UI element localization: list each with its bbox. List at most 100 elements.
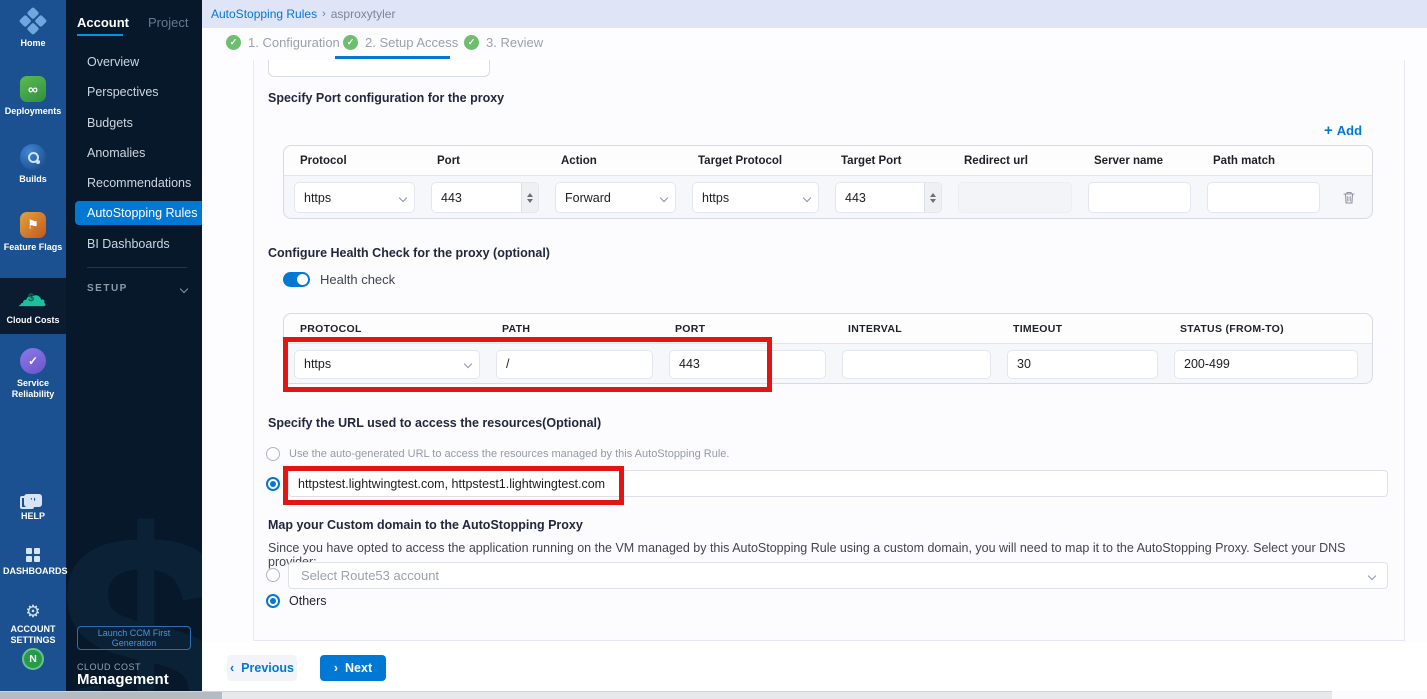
rail-item-home[interactable]: Home xyxy=(0,8,66,49)
col-timeout: TIMEOUT xyxy=(997,323,1164,335)
url-section-title: Specify the URL used to access the resou… xyxy=(268,416,601,430)
step-configuration[interactable]: ✓ 1. Configuration xyxy=(226,35,340,50)
auto-url-label: Use the auto-generated URL to access the… xyxy=(289,448,729,460)
col-port: PORT xyxy=(659,323,832,335)
redirect-url-input[interactable] xyxy=(958,182,1072,213)
user-avatar-item[interactable]: N xyxy=(0,648,66,670)
number-stepper[interactable] xyxy=(924,183,941,212)
sidebar-divider xyxy=(87,267,187,268)
add-label: Add xyxy=(1337,123,1362,138)
sidebar-item-bi-dashboards[interactable]: BI Dashboards xyxy=(87,237,170,251)
col-protocol: Protocol xyxy=(284,155,421,167)
scrollbar-thumb[interactable] xyxy=(0,692,222,699)
rail-label: ACCOUNT SETTINGS xyxy=(3,624,63,646)
breadcrumb: AutoStopping Rules › asproxytyler xyxy=(202,0,1427,28)
chevron-right-icon: › xyxy=(334,661,338,675)
previous-label: Previous xyxy=(241,661,294,675)
path-match-input[interactable] xyxy=(1207,182,1320,213)
rail-item-service-reliability[interactable]: ✓ Service Reliability xyxy=(0,348,66,400)
next-button[interactable]: › Next xyxy=(320,655,386,681)
add-port-row-button[interactable]: + Add xyxy=(1324,123,1362,138)
route53-account-select[interactable]: Select Route53 account xyxy=(288,562,1388,589)
port-table-header: Protocol Port Action Target Protocol Tar… xyxy=(284,146,1372,176)
breadcrumb-separator-icon: › xyxy=(322,8,326,20)
rail-label: HELP xyxy=(3,511,63,522)
route53-option xyxy=(266,568,280,582)
launch-ccm-first-gen-button[interactable]: Launch CCM First Generation xyxy=(77,626,191,650)
action-select[interactable]: Forward xyxy=(555,182,676,213)
rail-label: Service Reliability xyxy=(3,378,63,400)
horizontal-scrollbar xyxy=(0,691,1427,699)
rail-item-help[interactable]: ? HELP xyxy=(0,494,66,522)
health-check-title: Configure Health Check for the proxy (op… xyxy=(268,246,550,260)
health-path-input[interactable] xyxy=(496,350,653,379)
sidebar-setup-group[interactable]: SETUP xyxy=(87,283,187,294)
previous-button[interactable]: ‹ Previous xyxy=(227,655,297,681)
protocol-select[interactable]: https xyxy=(294,182,415,213)
sidebar-item-label: AutoStopping Rules xyxy=(87,206,198,220)
scrolled-cutoff-field xyxy=(268,60,490,77)
target-protocol-select[interactable]: https xyxy=(692,182,819,213)
sidebar-item-budgets[interactable]: Budgets xyxy=(87,116,133,130)
help-icon: ? xyxy=(24,494,42,507)
delete-row-button[interactable] xyxy=(1326,177,1372,219)
setup-label: SETUP xyxy=(87,283,128,294)
step-label: 3. Review xyxy=(486,35,543,50)
rail-item-feature-flags[interactable]: ⚑ Feature Flags xyxy=(0,212,66,253)
tab-project[interactable]: Project xyxy=(148,15,188,30)
sidebar-item-overview[interactable]: Overview xyxy=(87,55,139,69)
health-interval-input[interactable] xyxy=(842,350,991,379)
port-input[interactable]: 443 xyxy=(431,182,539,213)
number-stepper[interactable] xyxy=(521,183,538,212)
sidebar-item-anomalies[interactable]: Anomalies xyxy=(87,146,145,160)
others-radio[interactable] xyxy=(266,594,280,608)
col-redirect-url: Redirect url xyxy=(948,155,1078,167)
home-icon xyxy=(20,8,46,34)
sidebar-item-perspectives[interactable]: Perspectives xyxy=(87,85,159,99)
rail-label: Cloud Costs xyxy=(3,315,63,326)
health-check-toggle[interactable] xyxy=(283,272,310,287)
health-timeout-input[interactable] xyxy=(1007,350,1158,379)
launch-button-label: Launch CCM First Generation xyxy=(84,628,184,649)
target-port-input[interactable]: 443 xyxy=(835,182,942,213)
custom-url-option xyxy=(266,477,280,491)
dns-section-title: Map your Custom domain to the AutoStoppi… xyxy=(268,518,583,532)
server-name-input[interactable] xyxy=(1088,182,1191,213)
col-server-name: Server name xyxy=(1078,155,1197,167)
sidebar-item-recommendations[interactable]: Recommendations xyxy=(87,176,191,190)
health-protocol-select[interactable]: https xyxy=(294,350,480,379)
sidebar-item-autostopping-rules[interactable]: AutoStopping Rules xyxy=(75,201,202,225)
avatar: N xyxy=(22,648,44,670)
chevron-down-icon xyxy=(803,193,811,201)
rail-item-deployments[interactable]: ∞ Deployments xyxy=(0,76,66,117)
rail-item-cloud-costs[interactable]: ☁ $ Cloud Costs xyxy=(0,285,66,326)
col-status: STATUS (FROM-TO) xyxy=(1164,323,1372,335)
route53-placeholder: Select Route53 account xyxy=(301,568,439,583)
module-sidebar: $ Account Project Overview Perspectives … xyxy=(66,0,202,699)
health-status-input[interactable] xyxy=(1174,350,1358,379)
cloud-costs-icon: ☁ $ xyxy=(17,285,49,311)
rail-item-builds[interactable]: Builds xyxy=(0,144,66,185)
custom-url-input[interactable] xyxy=(289,471,1387,496)
auto-url-option: Use the auto-generated URL to access the… xyxy=(266,447,729,461)
main-content: AutoStopping Rules › asproxytyler ✓ 1. C… xyxy=(202,0,1427,699)
port-config-title: Specify Port configuration for the proxy xyxy=(268,91,504,105)
port-config-table: Protocol Port Action Target Protocol Tar… xyxy=(283,145,1373,219)
tab-account[interactable]: Account xyxy=(77,15,129,30)
step-review[interactable]: ✓ 3. Review xyxy=(464,35,543,50)
col-target-port: Target Port xyxy=(825,155,948,167)
step-check-icon: ✓ xyxy=(226,35,241,50)
step-setup-access[interactable]: ✓ 2. Setup Access xyxy=(343,35,458,50)
rail-label: Home xyxy=(3,38,63,49)
rail-item-account-settings[interactable]: ⚙ ACCOUNT SETTINGS xyxy=(0,603,66,646)
col-path-match: Path match xyxy=(1197,155,1326,167)
breadcrumb-autostopping-rules-link[interactable]: AutoStopping Rules xyxy=(211,7,317,21)
rail-label: Deployments xyxy=(3,106,63,117)
route53-radio[interactable] xyxy=(266,568,280,582)
rail-item-dashboards[interactable]: DASHBOARDS xyxy=(0,548,66,577)
custom-url-radio[interactable] xyxy=(266,477,280,491)
auto-url-radio[interactable] xyxy=(266,447,280,461)
health-port-input[interactable] xyxy=(669,350,826,379)
chevron-down-icon xyxy=(180,284,188,292)
chevron-down-icon xyxy=(660,193,668,201)
